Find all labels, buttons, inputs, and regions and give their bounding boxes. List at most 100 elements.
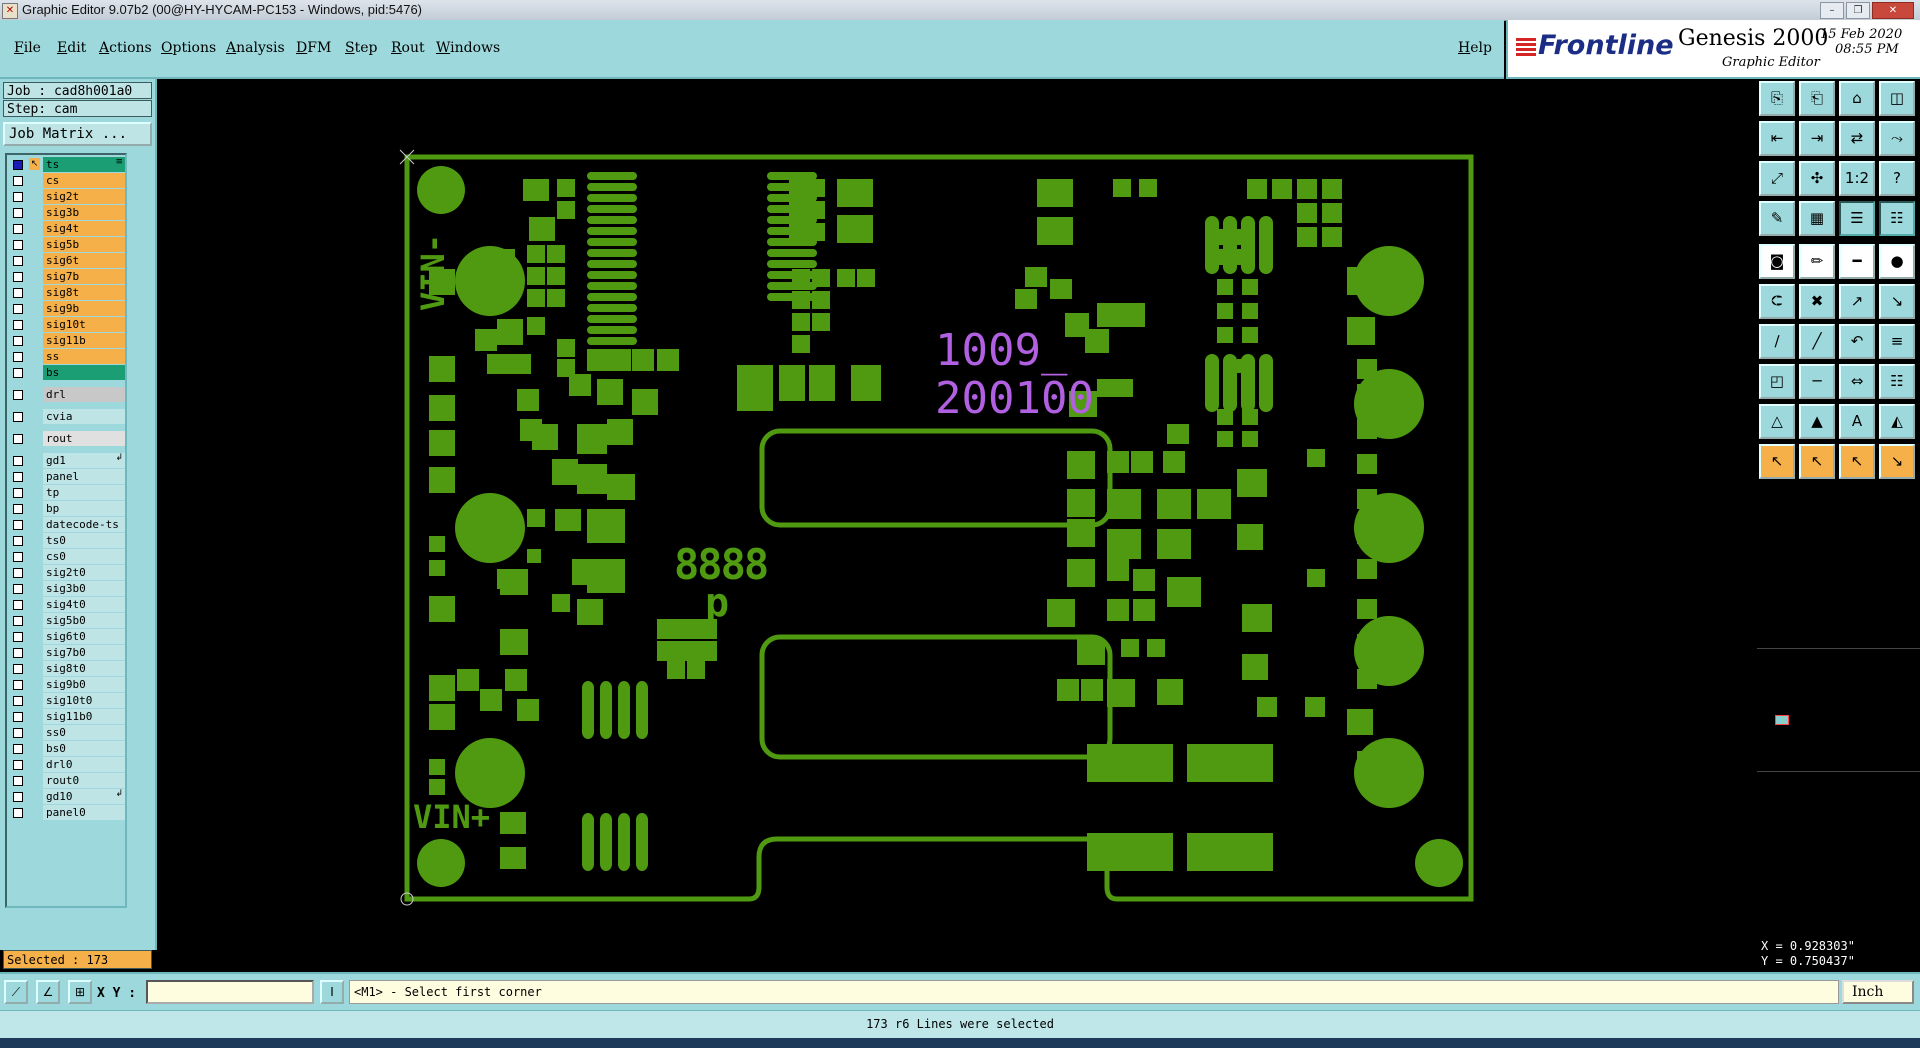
smd-pad[interactable] (1322, 179, 1342, 199)
smd-pad[interactable] (505, 669, 527, 691)
smd-pad[interactable] (1297, 179, 1317, 199)
overview-map[interactable] (1757, 648, 1920, 772)
layer-row-sig4t0[interactable]: sig4t0 (9, 597, 127, 612)
smd-pad[interactable] (1107, 489, 1141, 519)
layer-row-sig9b[interactable]: sig9b (9, 301, 127, 316)
smd-pad[interactable] (1133, 569, 1155, 591)
smd-pad[interactable] (1357, 489, 1377, 509)
layer-checkbox[interactable] (13, 412, 23, 422)
smd-pad[interactable] (1357, 384, 1377, 404)
smd-pad[interactable] (609, 349, 631, 371)
smd-pad[interactable] (1067, 519, 1095, 547)
copy-from-icon[interactable]: ⎗ (1799, 81, 1835, 116)
oblong-pad[interactable] (1223, 354, 1237, 412)
connect-icon[interactable]: ⮈ (1759, 284, 1795, 319)
smd-pad[interactable] (677, 641, 697, 661)
oblong-pad[interactable] (587, 293, 637, 301)
smd-pad[interactable] (1163, 451, 1185, 473)
oblong-pad[interactable] (587, 238, 637, 246)
pan-left-icon[interactable]: ⇤ (1759, 121, 1795, 156)
smd-pad[interactable] (429, 536, 445, 552)
polygon-icon[interactable]: ▲ (1799, 404, 1835, 439)
layer-checkbox[interactable] (13, 808, 23, 818)
smd-pad[interactable] (1242, 654, 1268, 680)
smd-pad[interactable] (1157, 489, 1191, 519)
smd-pad[interactable] (1347, 709, 1373, 735)
layer-checkbox[interactable] (13, 288, 23, 298)
layer-checkbox[interactable] (13, 600, 23, 610)
oblong-pad[interactable] (1259, 354, 1273, 412)
layer-row-bs0[interactable]: bs0 (9, 741, 127, 756)
smd-pad[interactable] (557, 201, 575, 219)
home-icon[interactable]: ⌂ (1839, 81, 1875, 116)
menu-actions[interactable]: Actions (99, 40, 152, 56)
smd-pad[interactable] (587, 349, 609, 371)
smd-pad[interactable] (429, 430, 455, 456)
layer-row-sig7b[interactable]: sig7b (9, 269, 127, 284)
oblong-pad[interactable] (1223, 216, 1237, 274)
layer-checkbox[interactable] (13, 744, 23, 754)
layer-row-panel0[interactable]: panel0 (9, 805, 127, 820)
smd-pad[interactable] (547, 267, 565, 285)
smd-pad[interactable] (569, 374, 591, 396)
smd-pad[interactable] (1237, 469, 1267, 497)
layer-row-sig5b0[interactable]: sig5b0 (9, 613, 127, 628)
smd-pad[interactable] (1085, 329, 1109, 353)
circle-icon[interactable]: ● (1879, 244, 1915, 279)
layer-checkbox[interactable] (13, 552, 23, 562)
graphic-canvas[interactable]: VIN- VIN+ 8888 p 1009_ 200100 (157, 79, 1757, 972)
smd-pad[interactable] (1297, 203, 1317, 223)
smd-pad[interactable] (1097, 303, 1121, 327)
smd-pad[interactable] (1057, 679, 1079, 701)
draw-line-icon[interactable]: ∕ (1759, 324, 1795, 359)
smd-pad[interactable] (577, 464, 607, 494)
layer-row-sig7b0[interactable]: sig7b0 (9, 645, 127, 660)
smd-pad[interactable] (1307, 449, 1325, 467)
layer-checkbox[interactable] (13, 520, 23, 530)
pad-add-icon[interactable]: ◙ (1759, 244, 1795, 279)
triangle-icon[interactable]: △ (1759, 404, 1795, 439)
smd-pad[interactable] (1357, 454, 1377, 474)
smd-pad[interactable] (737, 365, 773, 411)
layer-row-rout[interactable]: rout (9, 431, 127, 446)
smd-pad[interactable] (1107, 679, 1135, 707)
smd-pad[interactable] (607, 419, 633, 445)
move-point-icon[interactable]: ↗ (1839, 284, 1875, 319)
layer-checkbox[interactable] (13, 224, 23, 234)
smd-pad[interactable] (517, 389, 539, 411)
layer-row-sig8t[interactable]: sig8t (9, 285, 127, 300)
grid-tool-icon[interactable]: ▦ (1799, 201, 1835, 236)
oblong-pad[interactable] (767, 271, 817, 279)
oblong-pad[interactable] (1259, 216, 1273, 274)
oblong-pad[interactable] (636, 681, 648, 739)
smd-pad[interactable] (792, 335, 810, 353)
smd-pad[interactable] (1357, 559, 1377, 579)
oblong-pad[interactable] (767, 183, 817, 191)
smd-pad[interactable] (1121, 303, 1145, 327)
close-button[interactable]: ✕ (1872, 2, 1914, 19)
layer-checkbox[interactable] (13, 712, 23, 722)
layer-row-sig11b0[interactable]: sig11b0 (9, 709, 127, 724)
oblong-pad[interactable] (636, 813, 648, 871)
smd-pad[interactable] (480, 689, 502, 711)
smd-pad[interactable] (500, 812, 526, 834)
pan-right-icon[interactable]: ⇥ (1799, 121, 1835, 156)
smd-pad[interactable] (667, 661, 685, 679)
menu-dfm[interactable]: DFM (296, 40, 331, 56)
oblong-pad[interactable] (767, 216, 817, 224)
smd-pad[interactable] (851, 365, 881, 401)
smd-pad[interactable] (1217, 327, 1233, 343)
smd-pad[interactable] (1133, 599, 1155, 621)
layer-row-cs[interactable]: cs (9, 173, 127, 188)
pointer-icon[interactable]: ↖ (1759, 444, 1795, 479)
smd-pad[interactable] (1107, 451, 1129, 473)
smd-pad[interactable] (552, 594, 570, 612)
smd-pad[interactable] (657, 349, 679, 371)
smd-pad[interactable] (1272, 179, 1292, 199)
layer-checkbox[interactable] (13, 434, 23, 444)
smd-pad[interactable] (429, 560, 445, 576)
smd-pad[interactable] (837, 215, 873, 243)
layer-row-bp[interactable]: bp (9, 501, 127, 516)
smd-pad[interactable] (429, 779, 445, 795)
smd-pad[interactable] (500, 847, 526, 869)
